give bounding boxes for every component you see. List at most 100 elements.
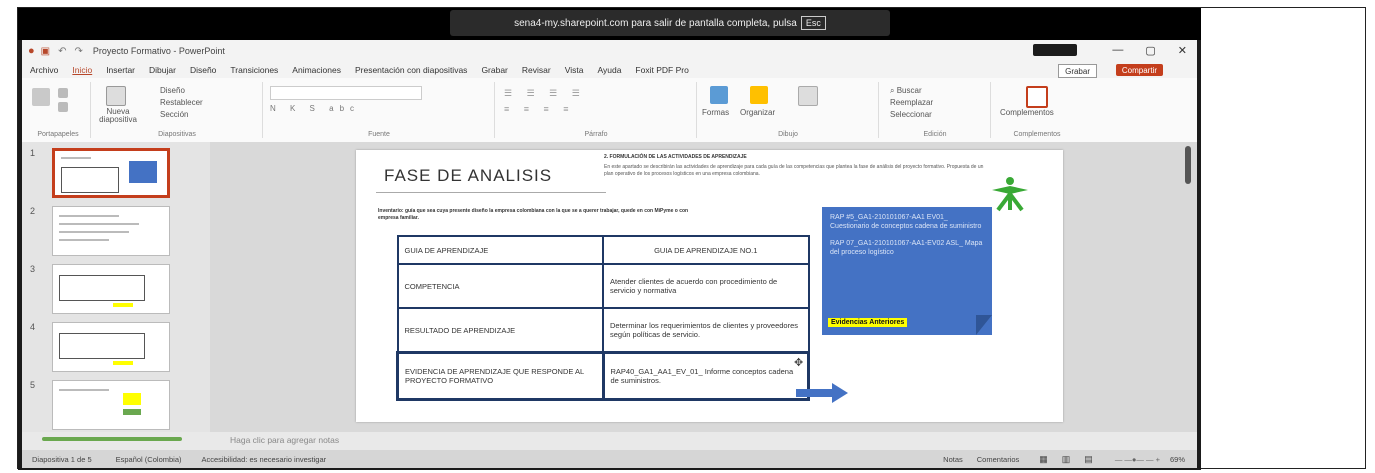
right-arrow-icon[interactable] xyxy=(796,383,848,403)
shapes-button[interactable]: Formas xyxy=(702,108,729,117)
thumbnail-slide-3[interactable] xyxy=(52,264,170,314)
addins-icon[interactable] xyxy=(1026,86,1048,108)
thumb-line xyxy=(59,389,109,391)
tab-revisar[interactable]: Revisar xyxy=(522,65,551,75)
table-cell[interactable]: GUIA DE APRENDIZAJE xyxy=(396,235,604,265)
thumbnail-slide-5[interactable] xyxy=(52,380,170,430)
group-label: Portapapeles xyxy=(37,131,79,138)
table-cell[interactable]: Atender clientes de acuerdo con procedim… xyxy=(602,263,810,309)
tab-grabar[interactable]: Grabar xyxy=(481,65,507,75)
arrange-icon[interactable] xyxy=(750,86,768,104)
tab-ayuda[interactable]: Ayuda xyxy=(597,65,621,75)
thumb-line xyxy=(59,239,109,241)
thumbnail-slide-2[interactable] xyxy=(52,206,170,256)
sena-logo-icon xyxy=(992,177,1028,212)
group-label: Dibujo xyxy=(778,131,798,138)
copy-icon[interactable] xyxy=(58,102,68,112)
thumbnail-number: 1 xyxy=(30,148,36,158)
section-heading[interactable]: 2. FORMULACIÓN DE LAS ACTIVIDADES DE APR… xyxy=(604,154,747,160)
table-cell[interactable]: RAP40_GA1_AA1_EV_01_ Informe conceptos c… xyxy=(601,351,810,401)
language-indicator[interactable]: Español (Colombia) xyxy=(116,455,182,464)
table-cell[interactable]: RESULTADO DE APRENDIZAJE xyxy=(396,307,604,354)
tab-vista[interactable]: Vista xyxy=(565,65,584,75)
tab-foxit[interactable]: Foxit PDF Pro xyxy=(635,65,688,75)
tab-dibujar[interactable]: Dibujar xyxy=(149,65,176,75)
section-button[interactable]: Sección xyxy=(160,110,188,119)
slide[interactable]: FASE DE ANALISIS 2. FORMULACIÓN DE LAS A… xyxy=(356,150,1063,422)
cut-icon[interactable] xyxy=(58,88,68,98)
thumb-title-line xyxy=(61,157,91,159)
tab-animaciones[interactable]: Animaciones xyxy=(292,65,341,75)
new-slide-icon[interactable] xyxy=(106,86,126,106)
tab-archivo[interactable]: Archivo xyxy=(30,65,58,75)
title-underline xyxy=(376,192,606,193)
share-button[interactable]: Compartir xyxy=(1115,64,1163,76)
account-box[interactable] xyxy=(1033,44,1077,56)
quick-styles-icon[interactable] xyxy=(798,86,818,106)
table-row: COMPETENCIA Atender clientes de acuerdo … xyxy=(396,263,810,309)
zoom-slider[interactable]: — —●— — + xyxy=(1115,455,1160,464)
save-icon[interactable]: ▣ xyxy=(41,46,50,57)
layout-button[interactable]: Diseño xyxy=(160,86,185,95)
thumb-blue-box xyxy=(129,161,157,183)
arrange-button[interactable]: Organizar xyxy=(740,108,775,117)
undo-icon[interactable]: ↶ xyxy=(58,46,66,57)
note-paragraph[interactable]: Inventario: guía que sea cuya presente d… xyxy=(378,208,708,222)
font-name-select[interactable] xyxy=(270,86,422,100)
find-button[interactable]: ⌕ Buscar xyxy=(890,86,922,96)
mouse-cursor-icon: ✥ xyxy=(794,357,804,369)
align-icons[interactable]: ≡ ≡ ≡ ≡ xyxy=(504,104,575,114)
notes-pane[interactable]: Haga clic para agregar notas xyxy=(22,432,1197,450)
slide-canvas: FASE DE ANALISIS 2. FORMULACIÓN DE LAS A… xyxy=(210,142,1197,432)
redo-icon[interactable]: ↷ xyxy=(75,46,83,57)
thumbnail-slide-4[interactable] xyxy=(52,322,170,372)
powerpoint-icon: ● xyxy=(28,45,35,57)
group-edicion: ⌕ Buscar Reemplazar Seleccionar Edición xyxy=(880,82,991,138)
vertical-scrollbar[interactable] xyxy=(1185,146,1191,184)
record-button[interactable]: Grabar xyxy=(1058,64,1097,78)
previous-evidence-label[interactable]: Evidencias Anteriores xyxy=(828,318,908,327)
search-icon: ⌕ xyxy=(890,86,895,95)
restore-icon[interactable]: ▢ xyxy=(1145,44,1155,57)
group-label: Fuente xyxy=(368,131,390,138)
minimize-icon[interactable]: — xyxy=(1112,44,1123,57)
tab-presentacion[interactable]: Presentación con diapositivas xyxy=(355,65,467,75)
list-icons[interactable]: ☰ ☰ ☰ ☰ xyxy=(504,88,586,99)
reset-button[interactable]: Restablecer xyxy=(160,98,203,107)
paste-icon[interactable] xyxy=(32,88,50,106)
tab-inicio[interactable]: Inicio xyxy=(72,65,92,75)
table-row: EVIDENCIA DE APRENDIZAJE QUE RESPONDE AL… xyxy=(396,351,810,401)
zoom-level[interactable]: 69% xyxy=(1170,455,1185,464)
accessibility-status[interactable]: Accesibilidad: es necesario investigar xyxy=(202,455,327,464)
thumbnail-number: 3 xyxy=(30,264,36,274)
intro-paragraph[interactable]: En este apartado se describirán las acti… xyxy=(604,164,984,178)
previous-evidence-box[interactable]: RAP #5_GA1-210101067-AA1 EV01_ Cuestiona… xyxy=(822,207,992,335)
thumbnail-slide-1[interactable] xyxy=(52,148,170,198)
thumb-line xyxy=(59,223,139,225)
comments-button[interactable]: Comentarios xyxy=(977,455,1020,464)
group-label: Diapositivas xyxy=(158,131,196,138)
slide-title[interactable]: FASE DE ANALISIS xyxy=(384,166,552,186)
select-button[interactable]: Seleccionar xyxy=(890,110,932,119)
font-format-icons[interactable]: N K S abc xyxy=(270,104,360,113)
view-buttons-icon[interactable]: ▦▥▤ xyxy=(1039,454,1107,465)
notes-button[interactable]: Notas xyxy=(943,455,963,464)
tab-insertar[interactable]: Insertar xyxy=(106,65,135,75)
ribbon-tabs: Archivo Inicio Insertar Dibujar Diseño T… xyxy=(22,62,1197,78)
table-cell[interactable]: Determinar los requerimientos de cliente… xyxy=(602,307,810,354)
table-cell[interactable]: EVIDENCIA DE APRENDIZAJE QUE RESPONDE AL… xyxy=(396,351,605,401)
table-cell[interactable]: GUIA DE APRENDIZAJE NO.1 xyxy=(602,235,810,265)
tab-diseno[interactable]: Diseño xyxy=(190,65,216,75)
table-row: GUIA DE APRENDIZAJE GUIA DE APRENDIZAJE … xyxy=(396,235,810,265)
shapes-icon[interactable] xyxy=(710,86,728,104)
page-fold-shape xyxy=(976,315,992,335)
addins-button[interactable]: Complementos xyxy=(1000,108,1054,117)
close-icon[interactable]: ✕ xyxy=(1178,44,1187,57)
table-cell[interactable]: COMPETENCIA xyxy=(396,263,604,309)
notes-placeholder[interactable]: Haga clic para agregar notas xyxy=(230,435,339,445)
evidence-item: RAP #5_GA1-210101067-AA1 EV01_ Cuestiona… xyxy=(830,214,982,230)
window-controls: — ▢ ✕ xyxy=(1112,44,1187,57)
replace-button[interactable]: Reemplazar xyxy=(890,98,933,107)
tab-transiciones[interactable]: Transiciones xyxy=(230,65,278,75)
new-slide-button[interactable]: Nueva diapositiva xyxy=(96,108,140,124)
